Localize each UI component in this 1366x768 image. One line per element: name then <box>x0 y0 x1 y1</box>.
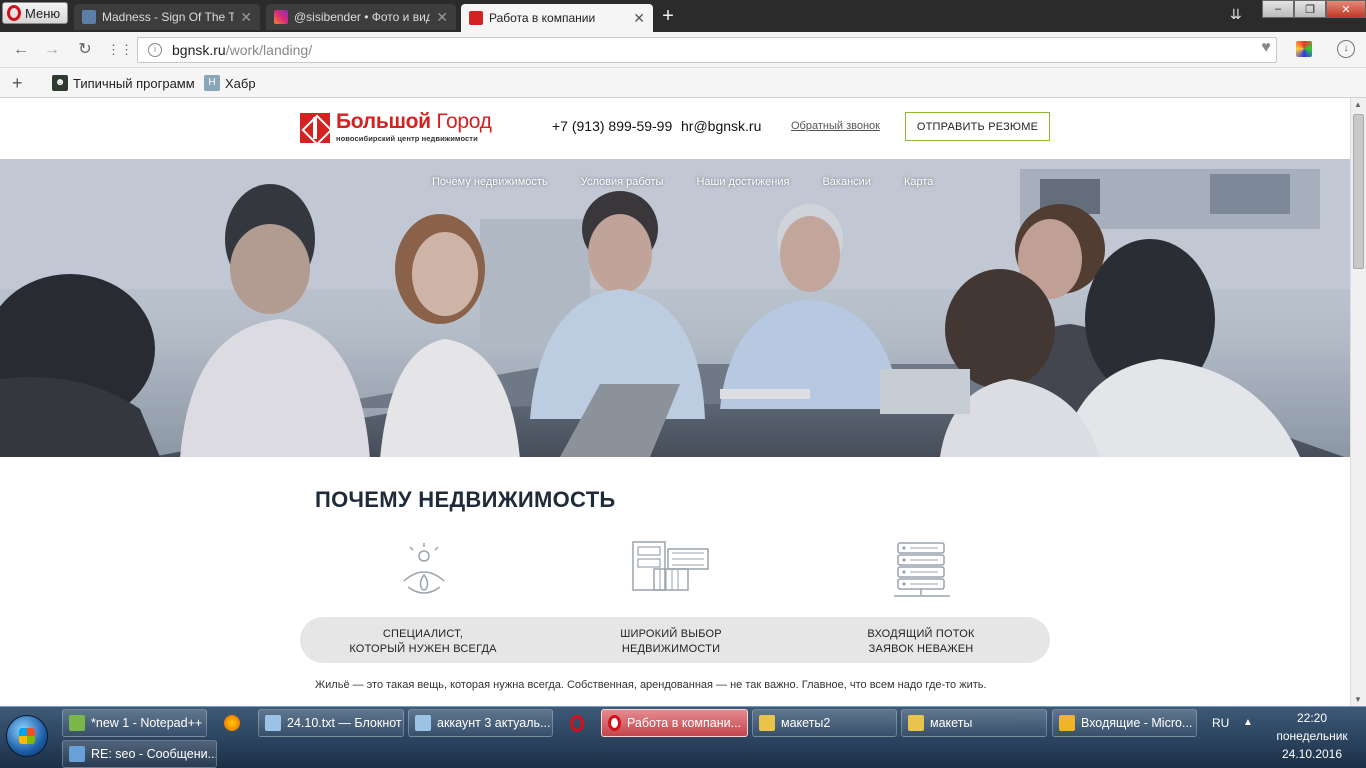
phone-number[interactable]: +7 (913) 899-59-99 <box>552 118 672 134</box>
clock-weekday: понедельник <box>1276 729 1348 743</box>
back-arrow-icon[interactable]: ← <box>11 40 31 60</box>
forward-arrow-icon[interactable]: → <box>42 40 62 60</box>
madness-icon <box>82 10 96 24</box>
taskbar-item-opera[interactable] <box>557 709 597 737</box>
notepad-icon <box>265 715 281 731</box>
tab-menu-icon[interactable]: ⇊ <box>1230 6 1242 23</box>
typical-programmer-icon: ☻ <box>52 75 68 91</box>
scroll-down-arrow-icon[interactable]: ▼ <box>1354 695 1362 704</box>
opera-logo-icon <box>7 5 21 21</box>
specialist-icon <box>403 543 445 594</box>
tab-close-icon[interactable]: ✕ <box>633 10 645 27</box>
close-window-button[interactable]: ✕ <box>1326 0 1366 18</box>
notepad-icon <box>415 715 431 731</box>
tab-close-icon[interactable]: ✕ <box>240 9 252 26</box>
bookmark-heart-icon[interactable]: ♥ <box>1255 39 1277 59</box>
system-clock[interactable]: 22:20 понедельник 24.10.2016 <box>1262 709 1362 763</box>
section-title: ПОЧЕМУ НЕДВИЖИМОСТЬ <box>315 487 616 512</box>
maximize-button[interactable]: ❐ <box>1294 0 1326 18</box>
taskbar-item-firefox[interactable] <box>212 709 252 737</box>
callback-link[interactable]: Обратный звонок <box>791 120 880 132</box>
opera-menu-button[interactable]: Меню <box>2 2 68 24</box>
nav-map[interactable]: Карта <box>904 176 933 188</box>
taskbar-item-folder-maketi[interactable]: макеты <box>901 709 1047 737</box>
buildings-icon <box>632 541 709 591</box>
nav-work-conditions[interactable]: Условия работы <box>581 176 664 188</box>
menu-label: Меню <box>25 5 61 21</box>
taskbar-item-opera-active[interactable]: Работа в компани... <box>601 709 748 737</box>
tray-expand-icon[interactable]: ▲ <box>1243 717 1253 728</box>
download-icon[interactable]: ↓ <box>1337 40 1355 58</box>
url-path: /work/landing/ <box>225 42 313 58</box>
server-icon <box>894 542 950 597</box>
bgnsk-favicon <box>469 11 483 25</box>
outlook-icon <box>1059 715 1075 731</box>
email-address[interactable]: hr@bgnsk.ru <box>681 118 761 134</box>
tab-bgnsk-active[interactable]: Работа в компании ✕ <box>461 4 653 32</box>
taskbar-item-notepad-24[interactable]: 24.10.txt — Блокнот <box>258 709 404 737</box>
logo-subtitle: новосибирский центр недвижимости <box>336 134 478 143</box>
clock-time: 22:20 <box>1296 711 1328 725</box>
page-scrollbar[interactable]: ▲ ▼ <box>1350 98 1366 706</box>
browser-tab-bar: Меню Madness - Sign Of The Tim ✕ @sisibe… <box>0 0 1366 32</box>
folder-icon <box>908 715 924 731</box>
feature-wide-choice: ШИРОКИЙ ВЫБОР НЕДВИЖИМОСТИ <box>620 628 722 655</box>
tab-instagram[interactable]: @sisibender • Фото и вид ✕ <box>266 4 456 30</box>
opera-icon <box>570 714 584 732</box>
nav-vacancies[interactable]: Вакансии <box>822 176 871 188</box>
intro-paragraph: Жильё — это такая вещь, которая нужна вс… <box>315 679 987 691</box>
address-toolbar: ← → ↻ ⋮⋮⋮ i bgnsk.ru/work/landing/ ♥ ↓ <box>0 32 1366 68</box>
logo-mark-icon <box>300 112 330 143</box>
taskbar-item-mail-message[interactable]: RE: seo - Сообщени... <box>62 740 217 768</box>
site-logo[interactable]: Большой Город новосибирский центр недвиж… <box>300 110 492 143</box>
speed-dial-grid-icon[interactable]: ⋮⋮⋮ <box>107 40 146 60</box>
opera-icon <box>608 715 621 731</box>
nav-achievements[interactable]: Наши достижения <box>696 176 789 188</box>
taskbar-item-notepadpp[interactable]: *new 1 - Notepad++ <box>62 709 207 737</box>
logo-title: Большой Город <box>336 110 492 133</box>
notepadpp-icon <box>69 715 85 731</box>
taskbar-item-notepad-account[interactable]: аккаунт 3 актуаль... <box>408 709 553 737</box>
windows-taskbar: *new 1 - Notepad++ 24.10.txt — Блокнот а… <box>0 706 1366 768</box>
feature-incoming-flow: ВХОДЯЩИЙ ПОТОК ЗАЯВОК НЕВАЖЕН <box>867 628 975 655</box>
nav-why-real-estate[interactable]: Почему недвижимость <box>432 176 548 188</box>
site-header: Большой Город новосибирский центр недвиж… <box>0 98 1350 159</box>
hero-navigation: Почему недвижимость Условия работы Наши … <box>432 176 933 188</box>
new-tab-button[interactable]: + <box>658 5 678 28</box>
add-bookmark-icon[interactable]: + <box>12 73 23 94</box>
bookmark-typical-programmer[interactable]: ☻ Типичный программ <box>52 75 195 91</box>
language-indicator[interactable]: RU <box>1212 716 1229 730</box>
scroll-up-arrow-icon[interactable]: ▲ <box>1354 100 1362 109</box>
taskbar-item-outlook[interactable]: Входящие - Micro... <box>1052 709 1197 737</box>
extension-icon[interactable] <box>1296 41 1312 57</box>
tab-madness[interactable]: Madness - Sign Of The Tim ✕ <box>74 4 260 30</box>
why-real-estate-section: ПОЧЕМУ НЕДВИЖИМОСТЬ СПЕЦИАЛИСТ, КОТОРЫЙ … <box>0 457 1350 706</box>
url-field[interactable]: i bgnsk.ru/work/landing/ <box>137 37 1277 63</box>
taskbar-item-folder-maketi2[interactable]: макеты2 <box>752 709 897 737</box>
site-info-icon[interactable]: i <box>148 43 162 57</box>
bookmarks-bar: + ☻ Типичный программ H Хабр <box>0 68 1366 98</box>
feature-specialist: СПЕЦИАЛИСТ, КОТОРЫЙ НУЖЕН ВСЕГДА <box>349 628 497 655</box>
reload-icon[interactable]: ↻ <box>75 40 95 60</box>
firefox-icon <box>224 715 240 731</box>
page-viewport: Большой Город новосибирский центр недвиж… <box>0 98 1366 706</box>
hero-office-photo <box>0 159 1350 457</box>
mail-message-icon <box>69 746 85 762</box>
clock-date: 24.10.2016 <box>1281 747 1343 761</box>
send-resume-button[interactable]: ОТПРАВИТЬ РЕЗЮМЕ <box>905 112 1050 141</box>
folder-icon <box>759 715 775 731</box>
tab-close-icon[interactable]: ✕ <box>436 9 448 26</box>
habr-icon: H <box>204 75 220 91</box>
url-domain: bgnsk.ru <box>172 42 226 58</box>
bookmark-habr[interactable]: H Хабр <box>204 75 256 91</box>
hero-banner: Почему недвижимость Условия работы Наши … <box>0 159 1350 457</box>
instagram-icon <box>274 10 288 24</box>
scroll-thumb[interactable] <box>1353 114 1364 269</box>
start-button[interactable] <box>6 715 48 757</box>
minimize-button[interactable]: – <box>1262 0 1294 18</box>
